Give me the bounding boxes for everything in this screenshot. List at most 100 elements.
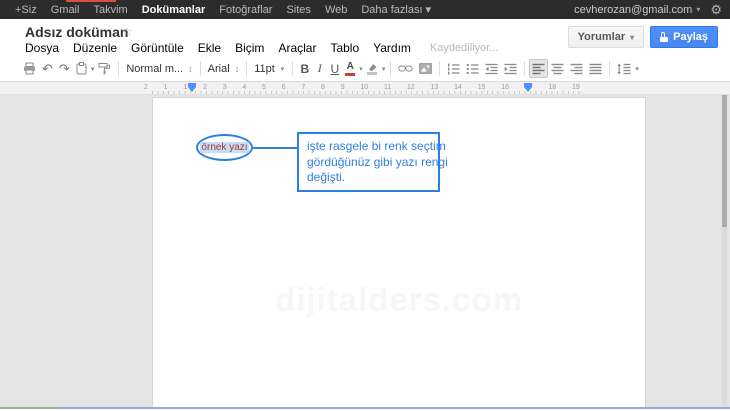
toolbar-separator: [609, 61, 610, 76]
redo-icon: ↷: [59, 62, 70, 75]
callout-text-line: işte rasgele bi renk seçtim: [307, 139, 430, 155]
paint-roller-icon: [98, 62, 111, 75]
annotation-callout-box: işte rasgele bi renk seçtim gördüğünüz g…: [297, 132, 440, 192]
highlighter-icon: [367, 63, 378, 71]
align-right-button[interactable]: [567, 59, 586, 78]
underline-button[interactable]: U: [327, 59, 342, 78]
align-justify-button[interactable]: [586, 59, 605, 78]
align-right-icon: [570, 63, 583, 75]
italic-label: I: [318, 61, 322, 76]
insert-image-button[interactable]: [416, 59, 435, 78]
comments-button[interactable]: Yorumlar ▾: [568, 26, 645, 48]
topbar-item-photos[interactable]: Fotoğraflar: [212, 4, 279, 16]
web-clipboard-button[interactable]: [73, 59, 90, 78]
print-icon: [23, 62, 36, 75]
document-canvas: dijitalders.com örnek yazı işte rasgele …: [0, 95, 730, 411]
google-services-nav: +Siz Gmail Takvim Dokümanlar Fotoğraflar…: [8, 3, 438, 16]
toolbar-separator: [292, 61, 293, 76]
account-menu[interactable]: cevherozan@gmail.com ▾: [574, 4, 700, 16]
doc-header: Adsız doküman ☆ Yorumlar ▾ Paylaş Dosya …: [0, 19, 730, 56]
account-email: cevherozan@gmail.com: [574, 4, 692, 16]
toolbar-separator: [524, 61, 525, 76]
toolbar-separator: [246, 61, 247, 76]
numbered-list-icon: [447, 63, 460, 75]
ruler-number: 5: [262, 83, 266, 92]
comments-button-label: Yorumlar: [578, 31, 625, 43]
ruler: 2 1 1 2 3 4 5 6 7 8 9 10 11 12 13 14 15 …: [0, 82, 730, 95]
line-spacing-button[interactable]: [614, 59, 634, 78]
menu-insert[interactable]: Ekle: [191, 41, 228, 55]
ruler-number: 6: [282, 83, 286, 92]
toolbar-separator: [200, 61, 201, 76]
ruler-number: 18: [548, 83, 556, 92]
topbar-item-gmail[interactable]: Gmail: [44, 4, 87, 16]
share-button[interactable]: Paylaş: [650, 26, 718, 48]
ruler-number: 14: [454, 83, 462, 92]
chevron-down-icon: ▾: [696, 5, 700, 14]
topbar-item-plus-you[interactable]: +Siz: [8, 4, 44, 16]
align-center-button[interactable]: [548, 59, 567, 78]
bold-button[interactable]: B: [297, 59, 312, 78]
chevron-down-icon: ▾: [280, 65, 286, 73]
chevron-down-icon[interactable]: ▾: [634, 65, 640, 73]
menu-help[interactable]: Yardım: [366, 41, 418, 55]
topbar-item-documents[interactable]: Dokümanlar: [135, 4, 213, 16]
paragraph-style-value: Normal m...: [126, 63, 183, 75]
bullet-list-button[interactable]: [463, 59, 482, 78]
topbar-item-more[interactable]: Daha fazlası ▾: [354, 3, 438, 16]
ruler-number: 9: [341, 83, 345, 92]
gear-icon[interactable]: ⚙: [710, 3, 722, 16]
font-size-dropdown[interactable]: 11pt ▾: [251, 59, 288, 78]
indent-button[interactable]: [501, 59, 520, 78]
font-family-dropdown[interactable]: Arial ↕: [205, 59, 243, 78]
outdent-button[interactable]: [482, 59, 501, 78]
redo-button[interactable]: ↷: [56, 59, 73, 78]
ruler-number: 2: [203, 83, 207, 92]
document-title[interactable]: Adsız doküman: [25, 24, 128, 40]
toolbar: ↶ ↷ ▾ Normal m... ↕ Arial ↕ 1: [0, 56, 730, 82]
menu-tools[interactable]: Araçlar: [271, 41, 323, 55]
topbar-right: cevherozan@gmail.com ▾ ⚙: [574, 3, 722, 16]
annotation-ellipse: örnek yazı: [196, 134, 253, 161]
menu-view[interactable]: Görüntüle: [124, 41, 191, 55]
numbered-list-button[interactable]: [444, 59, 463, 78]
scrollbar-thumb[interactable]: [722, 95, 727, 227]
ruler-numbers: 2 1 1 2 3 4 5 6 7 8 9 10 11 12 13 14 15 …: [144, 83, 580, 92]
topbar-item-sites[interactable]: Sites: [279, 4, 317, 16]
selected-text: örnek yazı: [200, 142, 248, 153]
paragraph-style-dropdown[interactable]: Normal m... ↕: [123, 59, 195, 78]
insert-link-button[interactable]: [395, 59, 416, 78]
undo-icon: ↶: [42, 62, 53, 75]
toolbar-separator: [439, 61, 440, 76]
ruler-number: 8: [321, 83, 325, 92]
align-left-button[interactable]: [529, 59, 548, 78]
highlight-color-button[interactable]: [364, 59, 381, 78]
paint-format-button[interactable]: [95, 59, 114, 78]
print-button[interactable]: [20, 59, 39, 78]
menu-edit[interactable]: Düzenle: [66, 41, 124, 55]
chevron-down-icon[interactable]: ▾: [381, 65, 387, 73]
menu-table[interactable]: Tablo: [323, 41, 366, 55]
italic-button[interactable]: I: [312, 59, 327, 78]
text-color-label: A: [347, 62, 354, 72]
menu-file[interactable]: Dosya: [25, 41, 66, 55]
chevron-down-icon: ▾: [630, 33, 634, 42]
updown-arrow-icon: ↕: [235, 64, 240, 74]
callout-text-line: değişti.: [307, 170, 430, 186]
menu-format[interactable]: Biçim: [228, 41, 271, 55]
active-service-indicator: [66, 0, 116, 2]
vertical-scrollbar[interactable]: [722, 95, 727, 411]
topbar-item-calendar[interactable]: Takvim: [86, 4, 134, 16]
ruler-number: 15: [478, 83, 486, 92]
undo-button[interactable]: ↶: [39, 59, 56, 78]
text-color-swatch: [345, 73, 355, 76]
ruler-number: 4: [242, 83, 246, 92]
toolbar-separator: [118, 61, 119, 76]
ruler-number: 11: [384, 83, 391, 92]
ruler-number: 16: [501, 83, 509, 92]
ruler-number: 2: [144, 83, 148, 92]
topbar-item-web[interactable]: Web: [318, 4, 354, 16]
star-icon[interactable]: ☆: [122, 25, 133, 39]
ruler-number: 13: [431, 83, 439, 92]
text-color-button[interactable]: A: [342, 59, 358, 78]
